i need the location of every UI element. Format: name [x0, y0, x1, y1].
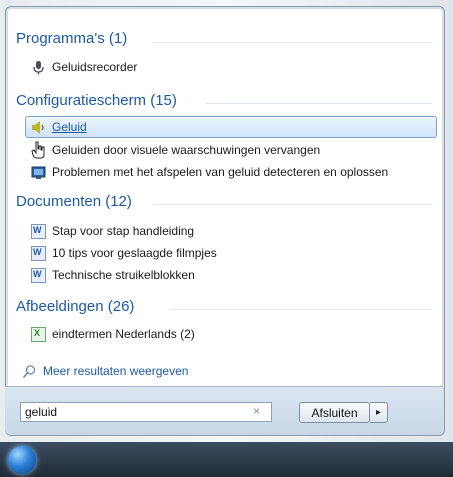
word-document-icon [31, 267, 46, 283]
result-item-doc-2[interactable]: 10 tips voor geslaagde filmpjes [31, 244, 217, 262]
clear-search-icon[interactable]: × [253, 404, 260, 418]
search-icon [22, 364, 36, 378]
search-input[interactable]: geluid [20, 402, 272, 422]
shutdown-button[interactable]: Afsluiten [299, 402, 370, 423]
result-label: Geluid [52, 120, 87, 134]
speaker-icon [32, 120, 44, 134]
section-divider [152, 42, 432, 43]
section-divider [170, 309, 432, 310]
start-orb-icon[interactable] [8, 446, 36, 474]
result-item-doc-3[interactable]: Technische struikelblokken [31, 266, 195, 284]
result-item-image-1[interactable]: eindtermen Nederlands (2) [31, 325, 195, 343]
result-label: eindtermen Nederlands (2) [52, 327, 195, 341]
section-title-images[interactable]: Afbeeldingen (26) [16, 298, 134, 315]
selection-highlight [25, 116, 437, 138]
word-document-icon [31, 245, 46, 261]
section-title-programs[interactable]: Programma's (1) [16, 30, 127, 47]
result-label: 10 tips voor geslaagde filmpjes [52, 246, 217, 260]
more-results-label: Meer resultaten weergeven [43, 364, 189, 378]
section-title-control-panel[interactable]: Configuratiescherm (15) [16, 92, 177, 109]
result-label: Problemen met het afspelen van geluid de… [52, 165, 389, 179]
microphone-icon [33, 60, 44, 74]
shutdown-options-arrow-icon[interactable]: ▸ [370, 402, 388, 423]
result-label: Stap voor stap handleiding [52, 224, 195, 238]
taskbar [0, 442, 453, 477]
result-item-doc-1[interactable]: Stap voor stap handleiding [31, 222, 194, 240]
monitor-icon [31, 166, 46, 179]
hand-cursor-icon [31, 141, 45, 159]
result-item-sound-troubleshoot[interactable]: Problemen met het afspelen van geluid de… [31, 163, 388, 181]
excel-document-icon [31, 326, 46, 342]
section-divider [205, 103, 432, 104]
section-divider [153, 204, 432, 205]
result-item-geluidsrecorder[interactable]: Geluidsrecorder [31, 58, 137, 76]
more-results-link[interactable]: Meer resultaten weergeven [22, 362, 188, 380]
section-title-documents[interactable]: Documenten (12) [16, 193, 132, 210]
result-label: Geluiden door visuele waarschuwingen ver… [52, 143, 321, 157]
result-label: Geluidsrecorder [52, 60, 138, 74]
result-item-visual-warnings[interactable]: Geluiden door visuele waarschuwingen ver… [31, 141, 320, 159]
word-document-icon [31, 223, 46, 239]
result-item-geluid[interactable]: Geluid [31, 118, 87, 136]
result-label: Technische struikelblokken [52, 268, 195, 282]
